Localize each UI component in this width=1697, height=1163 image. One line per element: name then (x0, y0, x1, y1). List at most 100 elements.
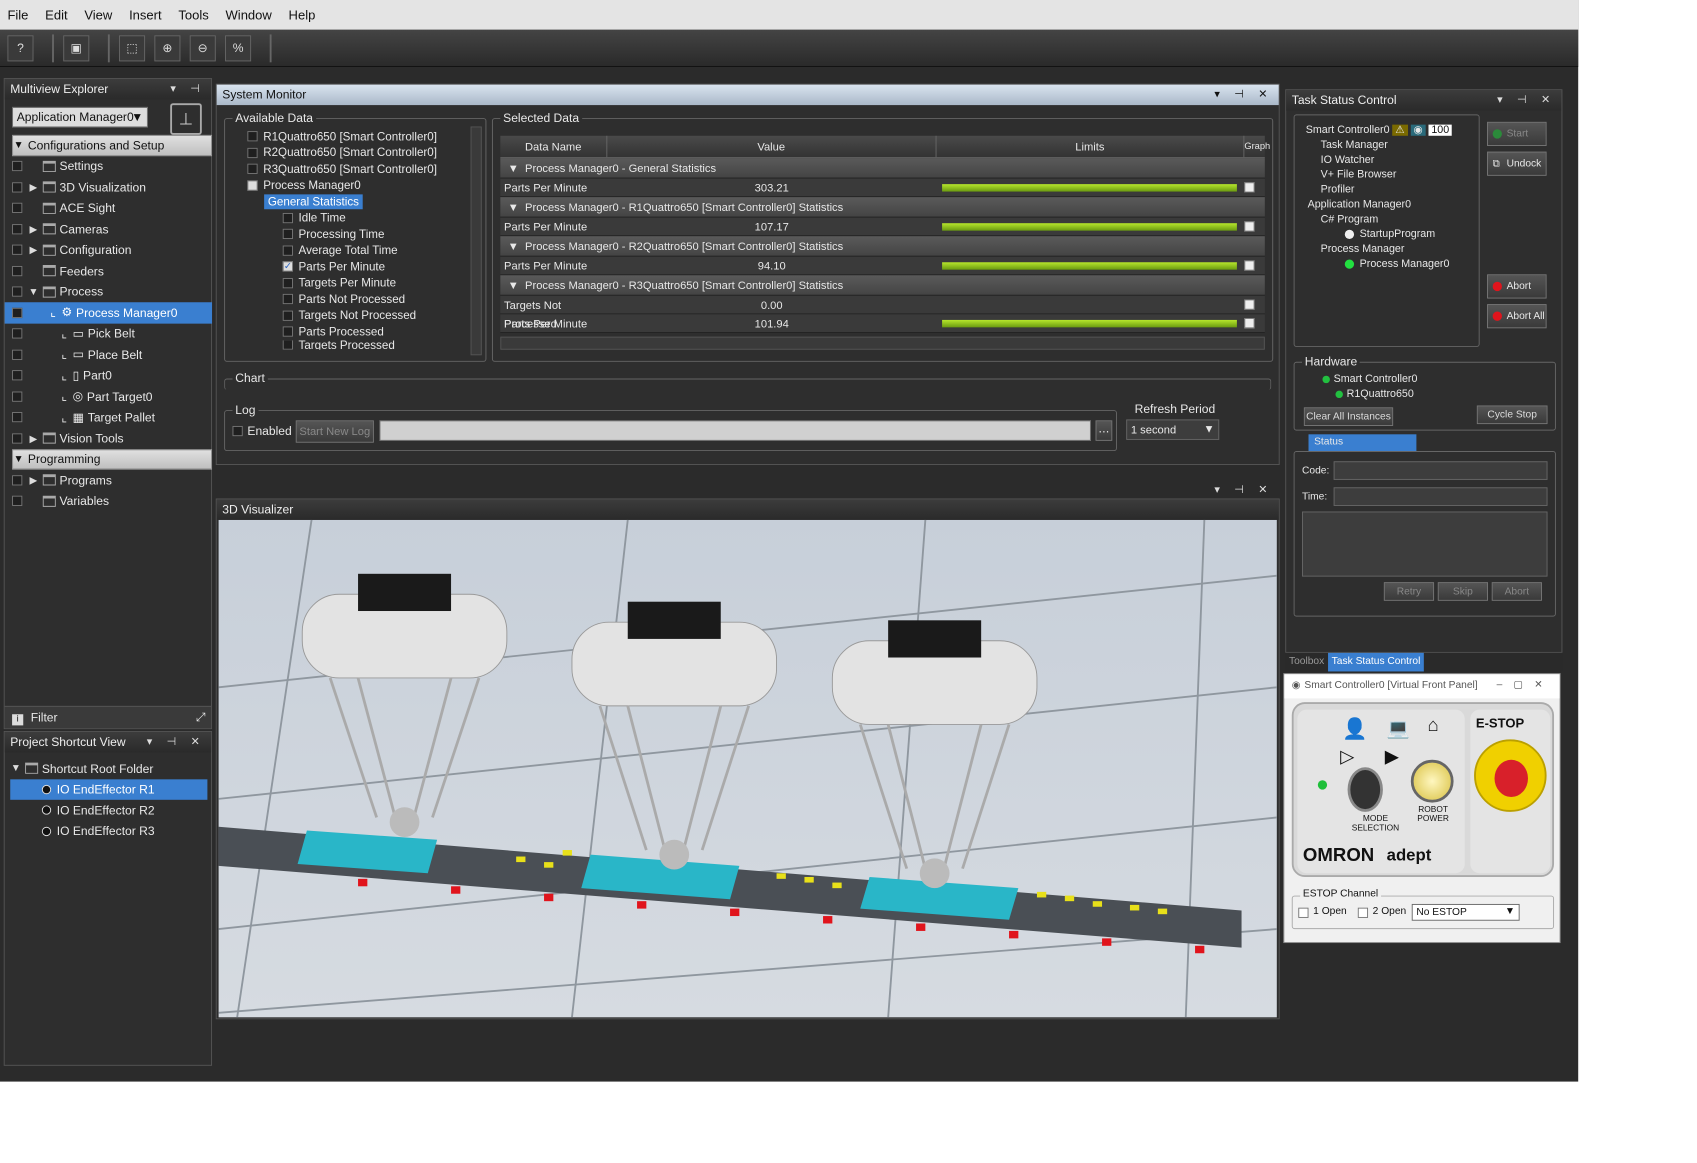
avail-process-manager[interactable]: Process Manager0 (247, 177, 470, 193)
abort-all-button[interactable]: Abort All (1487, 304, 1547, 329)
skip-button[interactable]: Skip (1437, 582, 1488, 601)
task-item[interactable]: IO Watcher (1306, 153, 1483, 168)
app-manager-select[interactable]: Application Manager0 ▼ (12, 106, 148, 128)
tree-part0[interactable]: ⌞ ▯ Part0 (12, 365, 212, 386)
visualizer-scene[interactable] (218, 519, 1277, 1018)
tree-vision-tools[interactable]: ▶ Vision Tools (12, 428, 212, 449)
time-field[interactable] (1333, 487, 1548, 506)
panel-controls[interactable]: ▾ ⊣ (170, 82, 205, 95)
channel2-checkbox[interactable] (1357, 907, 1369, 918)
panel-controls[interactable]: ▾ ⊣ ✕ (147, 735, 206, 748)
3d-view-icon[interactable]: ▣ (63, 34, 90, 61)
robot-power-button[interactable] (1410, 759, 1454, 803)
avail-parts-per-minute[interactable]: ✓ Parts Per Minute (247, 259, 470, 275)
avail-parts-processed[interactable]: Parts Processed (247, 324, 470, 340)
group-r1[interactable]: ▼ Process Manager0 - R1Quattro650 [Smart… (500, 197, 1265, 218)
task-item[interactable]: Process Manager (1306, 242, 1483, 257)
hw-robot[interactable]: R1Quattro650 (1322, 387, 1417, 402)
zoom-fit-icon[interactable]: ⬚ (119, 34, 146, 61)
tree-pick-belt[interactable]: ⌞ ▭ Pick Belt (12, 323, 212, 344)
zoom-out-icon[interactable]: ⊖ (189, 34, 216, 61)
speed-field[interactable]: 100 (1428, 124, 1452, 136)
mode-selector-key[interactable] (1347, 767, 1383, 812)
log-enabled-checkbox[interactable] (232, 425, 243, 437)
group-r3[interactable]: ▼ Process Manager0 - R3Quattro650 [Smart… (500, 275, 1265, 296)
tab-task-status-control[interactable]: Task Status Control (1327, 652, 1425, 672)
shortcut-item-r1[interactable]: IO EndEffector R1 (10, 778, 208, 800)
tree-place-belt[interactable]: ⌞ ▭ Place Belt (12, 344, 212, 365)
filter-bar[interactable]: i Filter ⤢ (4, 705, 212, 729)
channel1-checkbox[interactable] (1298, 907, 1309, 918)
menu-help[interactable]: Help (289, 7, 316, 22)
configurations-header[interactable]: ▼ Configurations and Setup (12, 134, 213, 156)
group-r2[interactable]: ▼ Process Manager0 - R2Quattro650 [Smart… (500, 236, 1265, 257)
retry-button[interactable]: Retry (1383, 582, 1435, 601)
menu-window[interactable]: Window (226, 7, 272, 22)
task-item[interactable]: Profiler (1306, 182, 1483, 197)
shortcut-item-r3[interactable]: IO EndEffector R3 (10, 821, 207, 842)
panel-controls[interactable]: ▾ ⊣ ✕ (1214, 87, 1273, 100)
avail-processing-time[interactable]: Processing Time (247, 226, 470, 242)
start-button[interactable]: Start (1487, 121, 1547, 147)
tree-3d-visualization[interactable]: ▶ 3D Visualization (12, 177, 212, 198)
graph-checkbox[interactable] (1244, 299, 1255, 310)
tree-cameras[interactable]: ▶ Cameras (12, 219, 212, 240)
cycle-stop-button[interactable]: Cycle Stop (1476, 405, 1548, 425)
avail-r3[interactable]: R3Quattro650 [Smart Controller0] (247, 161, 470, 177)
hierarchy-icon[interactable]: ⊥ (170, 103, 202, 135)
hw-controller[interactable]: Smart Controller0 (1322, 372, 1417, 387)
zoom-in-icon[interactable]: ⊕ (154, 34, 181, 61)
col-value[interactable]: Value (607, 135, 937, 158)
shortcut-root-folder[interactable]: ▼ Shortcut Root Folder (10, 758, 207, 779)
panel-controls[interactable]: ▾ ⊣ ✕ (1214, 483, 1273, 496)
graph-checkbox[interactable] (1244, 260, 1255, 271)
help-icon[interactable]: ? (7, 34, 34, 61)
task-item[interactable]: Application Manager0 (1306, 197, 1483, 212)
clear-all-instances-button[interactable]: Clear All Instances (1303, 407, 1394, 426)
status-tab[interactable]: Status (1308, 434, 1417, 452)
avail-r2[interactable]: R2Quattro650 [Smart Controller0] (247, 145, 470, 161)
undock-button[interactable]: ⧉ Undock (1487, 151, 1547, 176)
avail-targets-not-processed[interactable]: Targets Not Processed (247, 307, 470, 323)
menu-view[interactable]: View (84, 7, 112, 22)
abort-status-button[interactable]: Abort (1491, 582, 1542, 601)
tree-configuration[interactable]: ▶ Configuration (12, 239, 212, 260)
avail-idle-time[interactable]: Idle Time (247, 210, 470, 226)
tree-programs[interactable]: ▶ Programs (12, 470, 212, 491)
refresh-period-select[interactable]: 1 second ▼ (1126, 419, 1220, 440)
tree-target-pallet[interactable]: ⌞ ▦ Target Pallet (12, 407, 212, 428)
menu-edit[interactable]: Edit (45, 7, 67, 22)
graph-checkbox[interactable] (1244, 318, 1255, 329)
avail-targets-per-minute[interactable]: Targets Per Minute (247, 275, 470, 291)
group-general[interactable]: ▼ Process Manager0 - General Statistics (500, 158, 1265, 179)
menu-insert[interactable]: Insert (129, 7, 162, 22)
avail-parts-not-processed[interactable]: Parts Not Processed (247, 291, 470, 307)
grid-hscrollbar[interactable] (500, 336, 1265, 350)
tree-process-manager0[interactable]: ⌞ ⚙ Process Manager0 (4, 302, 213, 324)
programming-header[interactable]: ▼ Programming (12, 448, 213, 470)
tree-ace-sight[interactable]: ACE Sight (12, 198, 212, 219)
available-scrollbar[interactable] (470, 126, 482, 356)
task-item[interactable]: V+ File Browser (1306, 167, 1483, 182)
tree-process[interactable]: ▼ Process (12, 281, 212, 302)
task-item[interactable]: Task Manager (1306, 138, 1483, 153)
menu-file[interactable]: File (7, 7, 28, 22)
start-new-log-button[interactable]: Start New Log (295, 420, 374, 443)
task-item[interactable]: C# Program (1306, 212, 1483, 227)
task-controller[interactable]: Smart Controller0 ⚠ ◉ 100 (1306, 123, 1483, 138)
window-controls[interactable]: –▢✕ (1497, 678, 1554, 690)
tree-part-target0[interactable]: ⌞ ◎ Part Target0 (12, 386, 212, 407)
avail-general-statistics[interactable]: General Statistics (247, 193, 470, 210)
col-data-name[interactable]: Data Name (500, 135, 608, 158)
avail-average-total-time[interactable]: Average Total Time (247, 242, 470, 258)
task-item[interactable]: StartupProgram (1306, 227, 1483, 242)
task-item[interactable]: Process Manager0 (1306, 257, 1483, 272)
estop-button[interactable] (1474, 739, 1547, 812)
tree-settings[interactable]: Settings (12, 156, 212, 177)
abort-button[interactable]: Abort (1487, 274, 1547, 299)
avail-targets-processed[interactable]: Targets Processed (247, 339, 470, 350)
col-limits[interactable]: Limits (936, 135, 1245, 158)
browse-icon[interactable]: ⋯ (1095, 420, 1113, 441)
log-path-field[interactable] (379, 420, 1091, 441)
code-field[interactable] (1333, 461, 1548, 480)
